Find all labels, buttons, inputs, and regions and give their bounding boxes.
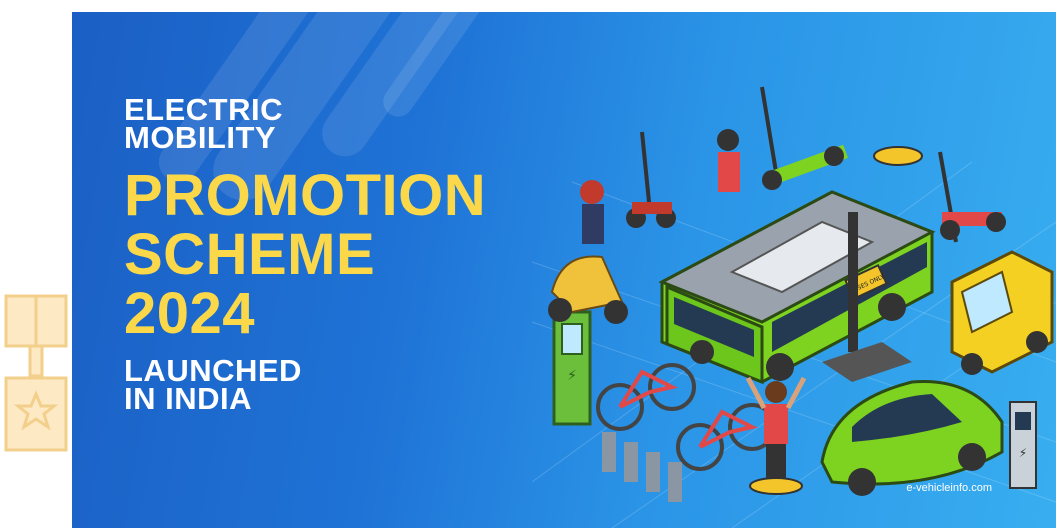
charging-station-right-icon: ⚡ xyxy=(1009,401,1037,489)
ev-illustration: ⚡ BUSES ONLY ⚡ xyxy=(532,86,1056,528)
auto-rickshaw-icon xyxy=(950,250,1054,375)
headline-block: ELECTRIC MOBILITY PROMOTION SCHEME 2024 … xyxy=(124,94,487,416)
headline-promotion: PROMOTION xyxy=(124,163,487,228)
car-icon xyxy=(820,380,1004,496)
headline-year: 2024 xyxy=(124,281,256,346)
svg-text:⚡: ⚡ xyxy=(567,368,577,384)
hoverboard-icon xyxy=(745,376,807,495)
watermark-text: e-vehicleinfo.com xyxy=(906,482,992,494)
headline-line-mobility: MOBILITY xyxy=(124,120,277,155)
bicycle-icon xyxy=(596,363,776,502)
charging-station-icon: ⚡ xyxy=(552,310,592,426)
promo-banner: ELECTRIC MOBILITY PROMOTION SCHEME 2024 … xyxy=(72,12,1056,528)
svg-text:⚡: ⚡ xyxy=(1019,446,1027,460)
headline-scheme: SCHEME xyxy=(124,222,376,287)
scooter-icon xyxy=(548,180,628,324)
star-badge-icon xyxy=(4,294,68,452)
headline-in-india: IN INDIA xyxy=(124,381,252,416)
